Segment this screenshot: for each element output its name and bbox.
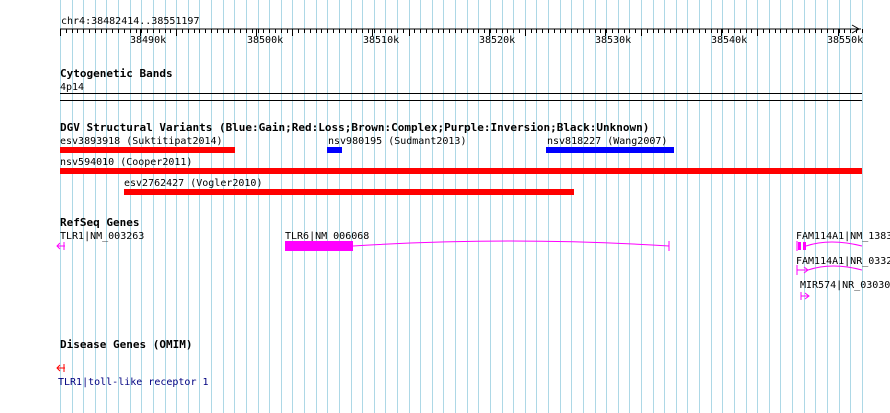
gene-model-fam114a1-nm bbox=[796, 241, 863, 251]
gene-model-fam114a1-nr bbox=[796, 265, 863, 275]
omim-gene-label[interactable]: TLR1|toll-like receptor 1 bbox=[58, 377, 209, 388]
gene-models[interactable] bbox=[0, 0, 890, 413]
gene-model-tlr6 bbox=[285, 240, 670, 251]
gene-model-mir574 bbox=[800, 292, 810, 300]
omim-gene-glyph[interactable] bbox=[0, 0, 120, 413]
